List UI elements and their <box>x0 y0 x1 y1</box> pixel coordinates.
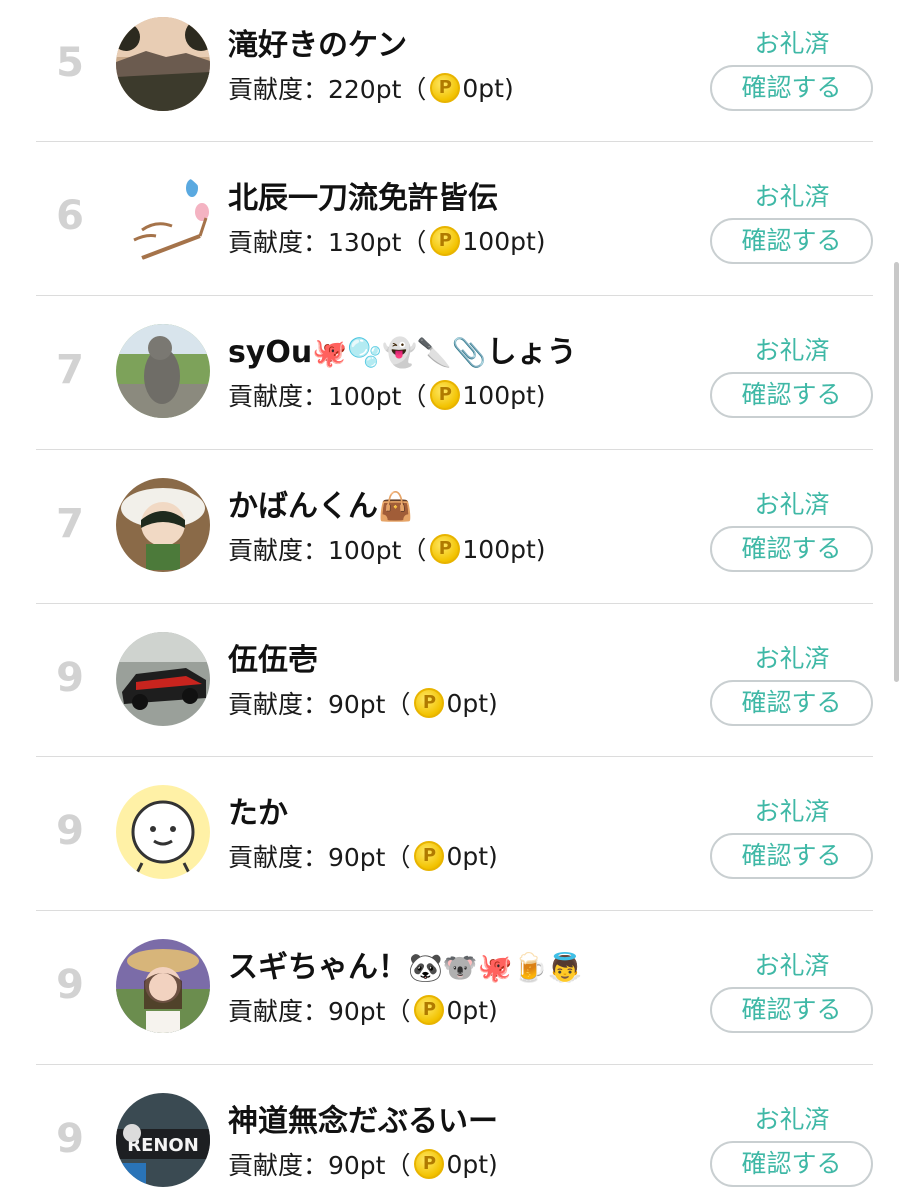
user-name: 北辰一刀流免許皆伝 <box>228 181 498 216</box>
sketch-drawing-icon <box>116 170 210 264</box>
user-name-text: かばんくん <box>228 489 378 524</box>
confirm-button[interactable]: 確認する <box>710 372 873 418</box>
thanked-status: お礼済 <box>754 29 830 58</box>
points-value: 0pt) <box>462 73 514 103</box>
default-face-icon <box>116 785 210 879</box>
thanked-status: お礼済 <box>754 951 830 980</box>
list-item[interactable]: 9 RENON 神道無念だぶるいー 貢献度：90pt（ P 0pt) お礼済 確認す… <box>0 1064 908 1200</box>
list-item[interactable]: 9 たか 貢献度：90pt（ P 0pt) お礼済 確認する <box>0 756 908 910</box>
thanked-status: お礼済 <box>754 1105 830 1134</box>
list-item[interactable]: 9 スギちゃん！🐼🐨🐙🍺👼 貢献度：90pt（ P 0pt) お礼済 確認する <box>0 910 908 1064</box>
shop-sign-photo-icon: RENON <box>116 1093 210 1187</box>
rank-number: 9 <box>56 808 84 854</box>
confirm-button[interactable]: 確認する <box>710 526 873 572</box>
list-item[interactable]: 7 かばんくん👜 貢献度：100pt（ P 100pt) お礼済 確認する <box>0 449 908 603</box>
point-coin-icon: P <box>430 73 461 103</box>
confirm-button[interactable]: 確認する <box>710 218 873 264</box>
point-coin-icon: P <box>430 226 461 256</box>
thanked-status: お礼済 <box>754 182 830 211</box>
contribution-label: 貢献度：90pt（ <box>228 690 411 719</box>
points-value: 0pt) <box>446 1149 498 1179</box>
contribution-score: 貢献度：90pt（ P 0pt) <box>228 1146 498 1182</box>
point-coin-icon: P <box>414 995 445 1025</box>
avatar[interactable] <box>116 632 210 726</box>
contribution-label: 貢献度：90pt（ <box>228 997 411 1026</box>
rank-number: 7 <box>56 501 84 547</box>
name-emoji: 👜 <box>378 490 413 523</box>
contribution-score: 貢献度：90pt（ P 0pt) <box>228 685 498 721</box>
point-coin-icon: P <box>430 380 461 410</box>
contribution-label: 貢献度：100pt（ <box>228 536 427 565</box>
point-coin-icon: P <box>430 534 461 564</box>
points-value: 100pt) <box>462 226 546 256</box>
scrollbar[interactable] <box>894 262 899 682</box>
user-name-suffix: しょう <box>486 335 577 370</box>
contribution-label: 貢献度：130pt（ <box>228 228 427 257</box>
point-coin-icon: P <box>414 688 445 718</box>
rank-number: 5 <box>56 40 84 86</box>
contribution-score: 貢献度：100pt（ P 100pt) <box>228 377 546 413</box>
contribution-score: 貢献度：100pt（ P 100pt) <box>228 531 546 567</box>
user-name: 滝好きのケン <box>228 28 408 63</box>
user-name: スギちゃん！🐼🐨🐙🍺👼 <box>228 942 582 986</box>
contribution-score: 貢献度：130pt（ P 100pt) <box>228 223 546 259</box>
user-name: 伍伍壱 <box>228 643 318 678</box>
list-item[interactable]: 7 syOu🐙🫧👻🔪📎しょう 貢献度：100pt（ P 100pt) お礼済 確認す… <box>0 295 908 449</box>
avatar[interactable] <box>116 17 210 111</box>
user-name: 神道無念だぶるいー <box>228 1104 498 1139</box>
list-item[interactable]: 5 滝好きのケン 貢献度：220pt（ P 0pt) お礼済 確認する <box>0 0 908 142</box>
user-name: syOu🐙🫧👻🔪📎しょう <box>228 327 577 371</box>
confirm-button[interactable]: 確認する <box>710 1141 873 1187</box>
points-value: 0pt) <box>446 995 498 1025</box>
avatar[interactable] <box>116 939 210 1033</box>
thanked-status: お礼済 <box>754 797 830 826</box>
thanked-status: お礼済 <box>754 644 830 673</box>
contribution-label: 貢献度：90pt（ <box>228 1151 411 1180</box>
points-value: 0pt) <box>446 688 498 718</box>
contribution-score: 貢献度：90pt（ P 0pt) <box>228 838 498 874</box>
thanked-status: お礼済 <box>754 336 830 365</box>
avatar[interactable]: RENON <box>116 1093 210 1187</box>
user-name-text: スギちゃん！ <box>228 950 408 985</box>
rank-number: 9 <box>56 1116 84 1162</box>
thanked-status: お礼済 <box>754 490 830 519</box>
statue-photo-icon <box>116 324 210 418</box>
avatar[interactable] <box>116 478 210 572</box>
contribution-score: 貢献度：220pt（ P 0pt) <box>228 70 514 106</box>
rank-number: 9 <box>56 962 84 1008</box>
avatar[interactable] <box>116 170 210 264</box>
avatar[interactable] <box>116 785 210 879</box>
rank-number: 9 <box>56 655 84 701</box>
contribution-label: 貢献度：220pt（ <box>228 75 427 104</box>
avatar[interactable] <box>116 324 210 418</box>
rank-number: 7 <box>56 347 84 393</box>
contribution-label: 貢献度：90pt（ <box>228 843 411 872</box>
landscape-photo-icon <box>116 17 210 111</box>
point-coin-icon: P <box>414 1149 445 1179</box>
user-name-text: syOu <box>228 335 313 370</box>
user-name: たか <box>228 796 288 831</box>
rank-number: 6 <box>56 193 84 239</box>
confirm-button[interactable]: 確認する <box>710 987 873 1033</box>
race-car-photo-icon <box>116 632 210 726</box>
points-value: 100pt) <box>462 380 546 410</box>
name-emoji: 🐙🫧👻🔪📎 <box>312 336 487 369</box>
confirm-button[interactable]: 確認する <box>710 833 873 879</box>
user-name: かばんくん👜 <box>228 481 413 525</box>
figure-photo-icon <box>116 478 210 572</box>
point-coin-icon: P <box>414 841 445 871</box>
list-item[interactable]: 9 伍伍壱 貢献度：90pt（ P 0pt) お礼済 確認する <box>0 603 908 757</box>
points-value: 100pt) <box>462 534 546 564</box>
contribution-label: 貢献度：100pt（ <box>228 382 427 411</box>
points-value: 0pt) <box>446 841 498 871</box>
name-emoji: 🐼🐨🐙🍺👼 <box>408 951 583 984</box>
person-photo-icon <box>116 939 210 1033</box>
list-item[interactable]: 6 北辰一刀流免許皆伝 貢献度：130pt（ P 100pt) お礼済 確認する <box>0 141 908 295</box>
contribution-score: 貢献度：90pt（ P 0pt) <box>228 992 498 1028</box>
confirm-button[interactable]: 確認する <box>710 65 873 111</box>
confirm-button[interactable]: 確認する <box>710 680 873 726</box>
